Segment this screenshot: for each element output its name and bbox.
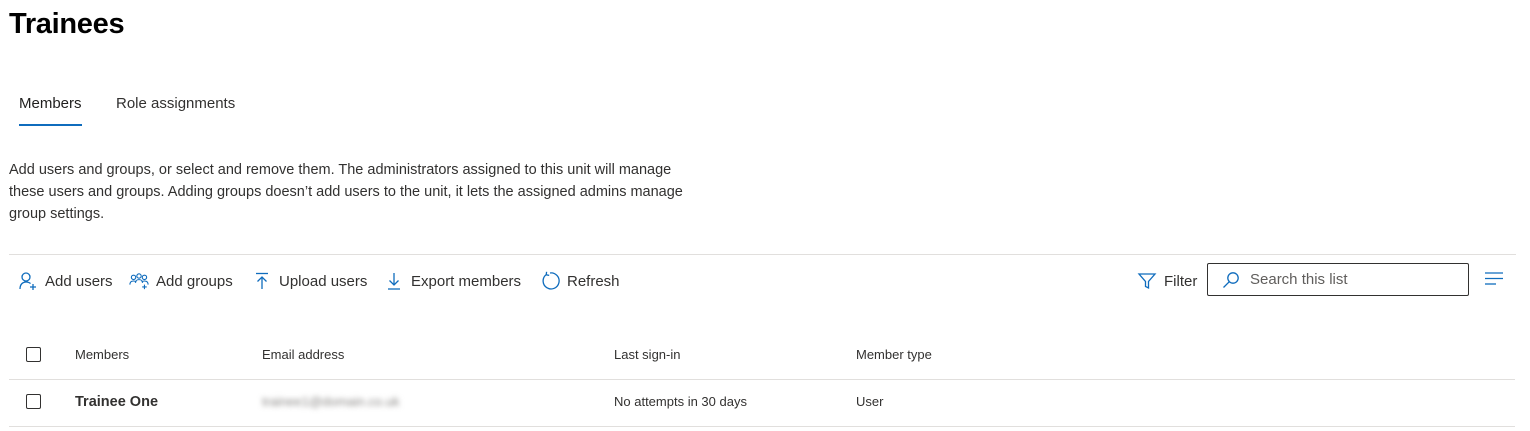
column-header-member-type[interactable]: Member type: [856, 333, 932, 379]
tab-members[interactable]: Members: [19, 86, 82, 126]
download-icon: [383, 270, 405, 292]
upload-users-label: Upload users: [279, 272, 368, 290]
page-title: Trainees: [9, 8, 125, 40]
search-box[interactable]: [1207, 263, 1469, 296]
refresh-button[interactable]: Refresh: [539, 266, 620, 296]
search-icon: [1222, 271, 1240, 289]
toolbar-divider: [9, 254, 1516, 255]
add-users-button[interactable]: Add users: [17, 266, 113, 296]
search-input[interactable]: [1248, 270, 1452, 289]
member-email-value: trainee1@domain.co.uk: [262, 394, 400, 409]
member-name-link[interactable]: Trainee One: [75, 380, 158, 426]
page-description: Add users and groups, or select and remo…: [9, 162, 683, 222]
filter-button[interactable]: Filter: [1136, 266, 1197, 296]
refresh-icon: [539, 270, 561, 292]
add-group-icon: [128, 270, 150, 292]
table-header-row: Members Email address Last sign-in Membe…: [9, 333, 1515, 380]
view-options-icon[interactable]: [1484, 270, 1504, 288]
row-checkbox[interactable]: [26, 394, 41, 409]
refresh-label: Refresh: [567, 272, 620, 290]
tab-role-assignments[interactable]: Role assignments: [116, 86, 235, 126]
member-email: trainee1@domain.co.uk: [262, 380, 400, 426]
add-users-label: Add users: [45, 272, 113, 290]
add-user-icon: [17, 270, 39, 292]
upload-icon: [251, 270, 273, 292]
export-members-label: Export members: [411, 272, 522, 290]
column-header-email[interactable]: Email address: [262, 333, 344, 379]
export-members-button[interactable]: Export members: [383, 266, 521, 296]
add-groups-button[interactable]: Add groups: [128, 266, 233, 296]
member-last-sign-in: No attempts in 30 days: [614, 394, 747, 409]
column-header-last-sign-in[interactable]: Last sign-in: [614, 333, 680, 379]
member-type: User: [856, 394, 884, 409]
column-header-members[interactable]: Members: [75, 333, 129, 379]
filter-label: Filter: [1164, 272, 1198, 290]
select-all-checkbox[interactable]: [26, 347, 41, 362]
table-row[interactable]: Trainee One trainee1@domain.co.uk No att…: [9, 380, 1515, 427]
upload-users-button[interactable]: Upload users: [251, 266, 367, 296]
filter-icon: [1136, 270, 1158, 292]
add-groups-label: Add groups: [156, 272, 233, 290]
